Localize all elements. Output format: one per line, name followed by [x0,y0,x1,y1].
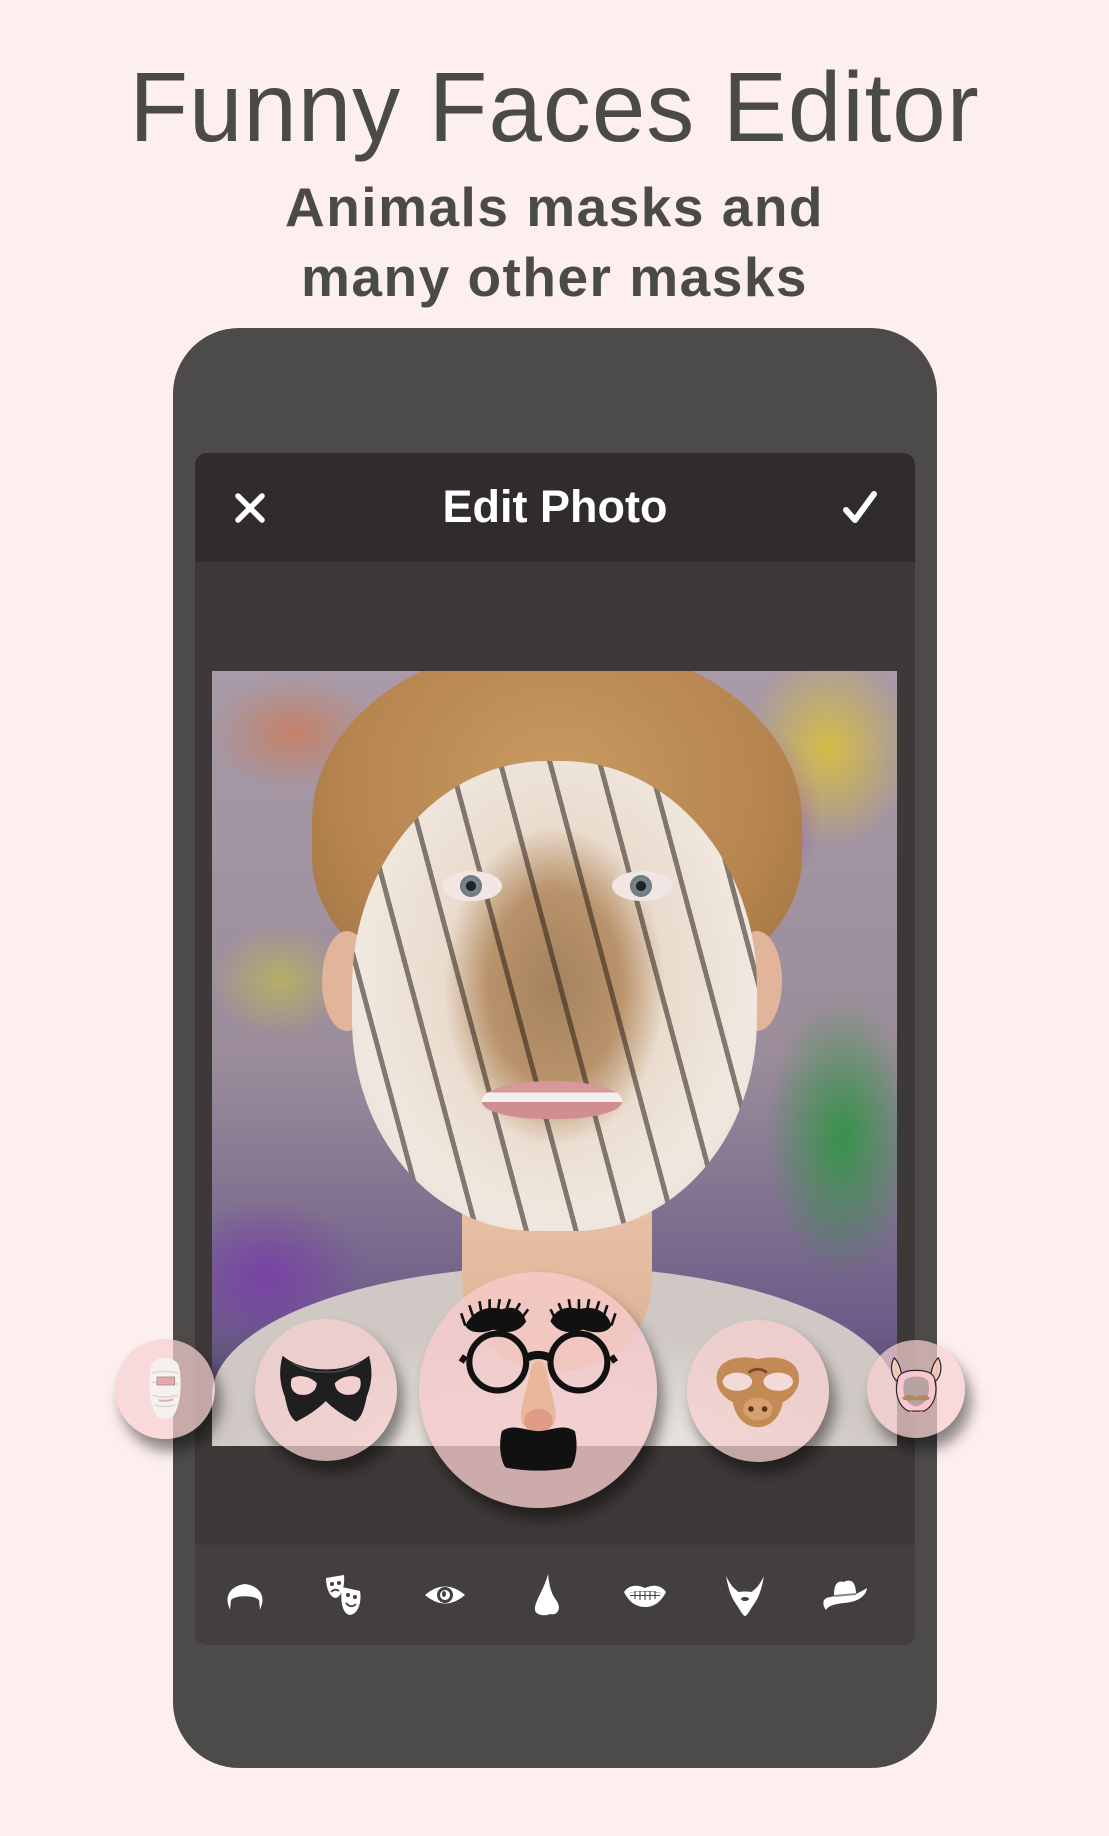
photo-eye-right [612,871,672,901]
promo-title: Funny Faces Editor [129,52,980,162]
category-toolbar [195,1545,915,1645]
eye-mask-icon [280,1355,372,1422]
tool-nose[interactable] [520,1570,570,1620]
beard-icon [726,1576,764,1616]
lips-icon [624,1585,666,1607]
tool-masks[interactable] [320,1570,370,1620]
mask-option-groucho-glasses[interactable] [419,1272,657,1508]
groucho-glasses-icon [458,1298,618,1471]
checkmark-icon [843,491,877,523]
screen-title: Edit Photo [442,481,668,532]
cowboy-hat-icon [823,1580,867,1610]
bunny-hood-icon [890,1356,942,1418]
nose-icon [534,1574,559,1616]
mask-option-mummy[interactable] [115,1339,215,1439]
photo-mouth [482,1081,622,1119]
tool-hats[interactable] [820,1570,870,1620]
mask-option-bunny-hood[interactable] [867,1340,965,1438]
monkey-face-icon [716,1357,800,1428]
eye-icon [425,1586,465,1604]
mask-option-monkey-face[interactable] [687,1320,829,1462]
confirm-button[interactable] [835,483,885,533]
tool-eyes[interactable] [420,1570,470,1620]
mask-option-black-eye-mask[interactable] [255,1319,397,1461]
promo-subtitle: Animals masks and many other masks [0,172,1109,312]
app-header: Edit Photo [195,453,915,562]
photo-eye-left [442,871,502,901]
tool-beard[interactable] [720,1570,770,1620]
tool-mouth[interactable] [620,1570,670,1620]
theater-masks-icon [326,1575,361,1615]
promo-subtitle-line-2: many other masks [301,246,808,308]
phone-frame: Edit Photo [173,328,937,1768]
mummy-mask-icon [149,1357,181,1419]
tool-hair[interactable] [220,1570,270,1620]
tiger-face-mask-overlay[interactable] [352,761,757,1231]
hair-icon [227,1584,263,1610]
promo-subtitle-line-1: Animals masks and [284,176,825,238]
